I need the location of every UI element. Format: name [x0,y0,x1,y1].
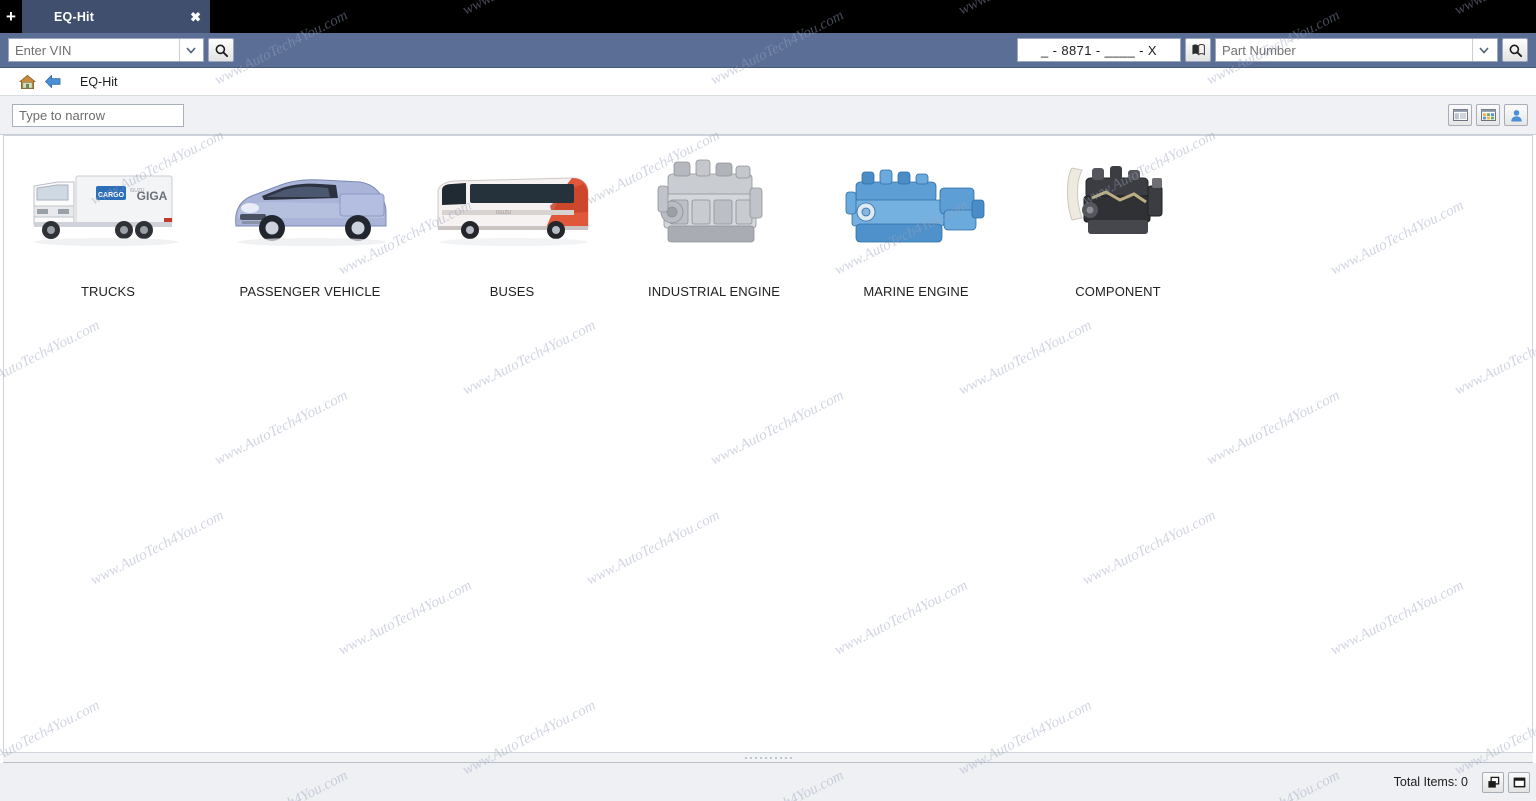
category-item-passenger-vehicle[interactable]: PASSENGER VEHICLE [209,144,411,299]
tab-eq-hit[interactable]: EQ-Hit ✖ [22,0,210,33]
category-label: PASSENGER VEHICLE [239,284,381,299]
category-label: COMPONENT [1075,284,1161,299]
panel-splitter[interactable] [3,753,1533,763]
book-icon [1191,44,1205,56]
svg-text:ISUZU: ISUZU [130,188,145,194]
application-window: + EQ-Hit ✖ Enter VIN _ - 8871 - ____ - X… [0,0,1536,801]
search-toolbar: _ - 8871 - ____ - X [0,33,1536,68]
vin-combo[interactable] [8,38,204,62]
part-number-format-field[interactable]: _ - 8871 - ____ - X [1017,38,1181,62]
filter-bar [0,96,1536,135]
category-label: MARINE ENGINE [863,284,969,299]
close-icon[interactable]: ✖ [190,10,201,23]
user-icon [1510,109,1522,122]
search-icon [1509,44,1522,57]
vin-search-button[interactable] [208,38,234,62]
industrial-engine-image [624,148,804,270]
svg-text:ISUZU: ISUZU [496,210,511,216]
new-tab-button[interactable]: + [0,0,22,33]
user-profile-button[interactable] [1504,104,1528,126]
part-search-group: _ - 8871 - ____ - X [1017,38,1536,62]
home-icon [18,74,36,89]
total-items-label: Total Items: 0 [1393,775,1468,789]
maximize-icon [1513,777,1525,787]
plus-icon: + [6,7,16,26]
category-panel: CARGO GIGA ISUZU TRUCKS PASSENGER VEHICL… [3,135,1533,753]
category-label: TRUCKS [80,284,136,299]
tab-label: EQ-Hit [54,9,95,24]
breadcrumb: EQ-Hit [0,68,1536,96]
splitter-grip-icon [744,756,792,759]
status-bar: Total Items: 0 [0,763,1536,801]
category-item-industrial-engine[interactable]: INDUSTRIAL ENGINE [613,144,815,299]
restore-window-button[interactable] [1482,771,1504,793]
chevron-down-icon[interactable] [1472,39,1494,61]
cascade-windows-icon [1487,776,1499,788]
catalog-book-button[interactable] [1185,38,1211,62]
narrow-search-input[interactable] [12,103,184,127]
component-engine-image [1028,148,1208,270]
category-item-marine-engine[interactable]: MARINE ENGINE [815,144,1017,299]
category-item-trucks[interactable]: CARGO GIGA ISUZU TRUCKS [7,144,209,299]
view-buttons-group [1448,104,1536,126]
chevron-down-icon[interactable] [179,39,201,61]
maximize-window-button[interactable] [1508,771,1530,793]
part-search-button[interactable] [1502,38,1528,62]
breadcrumb-path[interactable]: EQ-Hit [80,75,118,89]
vin-input[interactable] [9,39,179,61]
category-item-component[interactable]: COMPONENT [1017,144,1219,299]
search-icon [215,44,228,57]
category-item-buses[interactable]: ISUZU BUSES [411,144,613,299]
pickup-image [220,148,400,270]
grid-view-icon [1480,109,1496,121]
back-arrow-icon [45,74,61,89]
vin-search-group [0,38,234,62]
list-view-icon [1452,109,1468,121]
back-button[interactable] [40,74,66,89]
list-view-button[interactable] [1448,104,1472,126]
part-number-format-value: _ - 8871 - ____ - X [1041,42,1157,58]
bus-image: ISUZU [422,148,602,270]
part-number-input[interactable] [1216,39,1472,61]
svg-text:CARGO: CARGO [98,192,125,199]
category-label: BUSES [489,284,535,299]
home-button[interactable] [14,74,40,90]
grid-view-button[interactable] [1476,104,1500,126]
category-grid: CARGO GIGA ISUZU TRUCKS PASSENGER VEHICL… [4,136,1532,299]
marine-engine-image [826,148,1006,270]
truck-image: CARGO GIGA ISUZU [18,148,198,270]
tab-strip: + EQ-Hit ✖ [0,0,1536,33]
category-label: INDUSTRIAL ENGINE [648,284,780,299]
part-number-combo[interactable] [1215,38,1498,62]
